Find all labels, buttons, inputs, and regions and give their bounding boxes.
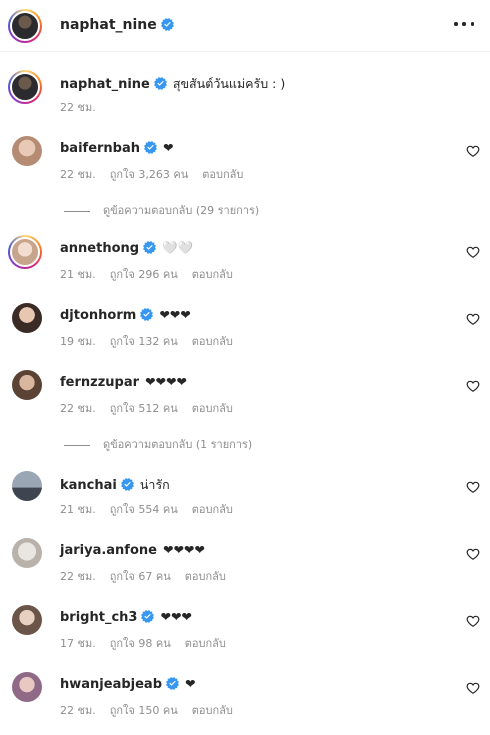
reply-button[interactable]: ตอบกลับ	[185, 570, 226, 583]
comment-line: baifernbah ❤	[60, 140, 174, 156]
comment-text: ❤	[163, 140, 174, 155]
comment-username[interactable]: kanchai	[60, 478, 117, 493]
comment-likes[interactable]: ถูกใจ 150 คน	[110, 704, 178, 717]
caption-text: สุขสันต์วันแม่ครับ : )	[172, 76, 286, 91]
reply-button[interactable]: ตอบกลับ	[192, 335, 233, 348]
comment-username[interactable]: djtonhorm	[60, 308, 136, 323]
comment-likes[interactable]: ถูกใจ 67 คน	[110, 570, 171, 583]
comment-time: 21 ชม.	[60, 503, 96, 516]
comment-text: ❤❤❤❤	[162, 542, 205, 557]
comment-meta: 22 ชม. ถูกใจ 67 คน ตอบกลับ	[60, 567, 240, 585]
comment-time: 22 ชม.	[60, 704, 96, 717]
reply-button[interactable]: ตอบกลับ	[192, 402, 233, 415]
avatar[interactable]	[12, 136, 42, 166]
reply-button[interactable]: ตอบกลับ	[192, 268, 233, 281]
comment-likes[interactable]: ถูกใจ 554 คน	[110, 503, 178, 516]
more-options-icon[interactable]	[454, 14, 474, 34]
verified-icon	[154, 77, 167, 90]
comment-username[interactable]: annethong	[60, 241, 139, 256]
comment-line: djtonhorm ❤❤❤	[60, 307, 191, 323]
comment-line: bright_ch3 ❤❤❤	[60, 609, 192, 625]
view-replies-label[interactable]: ดูข้อความตอบกลับ (29 รายการ)	[103, 204, 259, 217]
verified-icon	[121, 478, 134, 491]
avatar[interactable]	[8, 9, 42, 43]
caption-username[interactable]: naphat_nine	[60, 77, 150, 92]
heart-icon[interactable]	[466, 379, 480, 393]
comment-line: jariya.anfone ❤❤❤❤	[60, 542, 205, 558]
comment-meta: 19 ชม. ถูกใจ 132 คน ตอบกลับ	[60, 332, 247, 350]
comment-username[interactable]: hwanjeabjeab	[60, 677, 162, 692]
verified-icon	[141, 610, 154, 623]
heart-icon[interactable]	[466, 681, 480, 695]
avatar[interactable]	[12, 605, 42, 635]
comment-meta: 22 ชม. ถูกใจ 3,263 คน ตอบกลับ	[60, 165, 257, 183]
verified-icon	[143, 241, 156, 254]
comment-time: 22 ชม.	[60, 402, 96, 415]
reply-button[interactable]: ตอบกลับ	[192, 503, 233, 516]
reply-button[interactable]: ตอบกลับ	[185, 637, 226, 650]
comment-username[interactable]: fernzzupar	[60, 375, 139, 390]
comment-text: ❤❤❤	[160, 609, 192, 624]
divider	[64, 210, 90, 212]
comment-likes[interactable]: ถูกใจ 3,263 คน	[110, 168, 189, 181]
comment-username[interactable]: jariya.anfone	[60, 543, 157, 558]
comment-meta: 21 ชม. ถูกใจ 554 คน ตอบกลับ	[60, 500, 247, 518]
post-header: naphat_nine	[0, 0, 490, 52]
comment-time: 19 ชม.	[60, 335, 96, 348]
comment-username[interactable]: bright_ch3	[60, 610, 137, 625]
avatar[interactable]	[12, 370, 42, 400]
avatar[interactable]	[12, 303, 42, 333]
avatar[interactable]	[12, 471, 42, 501]
comment-text: 🤍🤍	[162, 240, 194, 255]
header-username[interactable]: naphat_nine	[60, 17, 174, 33]
reply-button[interactable]: ตอบกลับ	[192, 704, 233, 717]
heart-icon[interactable]	[466, 614, 480, 628]
heart-icon[interactable]	[466, 245, 480, 259]
caption-meta: 22 ชม.	[60, 98, 110, 116]
caption-time: 22 ชม.	[60, 101, 96, 114]
view-replies-label[interactable]: ดูข้อความตอบกลับ (1 รายการ)	[103, 438, 252, 451]
comment-likes[interactable]: ถูกใจ 132 คน	[110, 335, 178, 348]
heart-icon[interactable]	[466, 547, 480, 561]
comment-line: annethong 🤍🤍	[60, 240, 193, 256]
avatar[interactable]	[8, 235, 42, 269]
reply-button[interactable]: ตอบกลับ	[202, 168, 243, 181]
comment-time: 17 ชม.	[60, 637, 96, 650]
comment-text: น่ารัก	[139, 477, 170, 492]
comment-likes[interactable]: ถูกใจ 512 คน	[110, 402, 178, 415]
comment-text: ❤	[185, 676, 196, 691]
comment-meta: 22 ชม. ถูกใจ 512 คน ตอบกลับ	[60, 399, 247, 417]
caption-line: naphat_nine สุขสันต์วันแม่ครับ : )	[60, 74, 285, 94]
comment-line: fernzzupar ❤❤❤❤	[60, 374, 187, 390]
comment-time: 22 ชม.	[60, 168, 96, 181]
comment-meta: 21 ชม. ถูกใจ 296 คน ตอบกลับ	[60, 265, 247, 283]
verified-icon	[161, 18, 174, 31]
verified-icon	[166, 677, 179, 690]
comment-meta: 22 ชม. ถูกใจ 150 คน ตอบกลับ	[60, 701, 247, 719]
heart-icon[interactable]	[466, 480, 480, 494]
comment-username[interactable]: baifernbah	[60, 141, 140, 156]
comment-line: kanchai น่ารัก	[60, 475, 170, 495]
comment-line: hwanjeabjeab ❤	[60, 676, 195, 692]
avatar[interactable]	[12, 672, 42, 702]
comment-likes[interactable]: ถูกใจ 296 คน	[110, 268, 178, 281]
verified-icon	[144, 141, 157, 154]
header-username-text[interactable]: naphat_nine	[60, 17, 157, 33]
avatar[interactable]	[8, 70, 42, 104]
heart-icon[interactable]	[466, 144, 480, 158]
heart-icon[interactable]	[466, 312, 480, 326]
comment-likes[interactable]: ถูกใจ 98 คน	[110, 637, 171, 650]
comment-meta: 17 ชม. ถูกใจ 98 คน ตอบกลับ	[60, 634, 240, 652]
comment-time: 22 ชม.	[60, 570, 96, 583]
view-replies-button[interactable]: ดูข้อความตอบกลับ (29 รายการ)	[64, 201, 259, 219]
view-replies-button[interactable]: ดูข้อความตอบกลับ (1 รายการ)	[64, 435, 252, 453]
divider	[64, 444, 90, 446]
comment-text: ❤❤❤	[159, 307, 191, 322]
avatar[interactable]	[12, 538, 42, 568]
comment-time: 21 ชม.	[60, 268, 96, 281]
comment-text: ❤❤❤❤	[145, 374, 187, 389]
verified-icon	[140, 308, 153, 321]
